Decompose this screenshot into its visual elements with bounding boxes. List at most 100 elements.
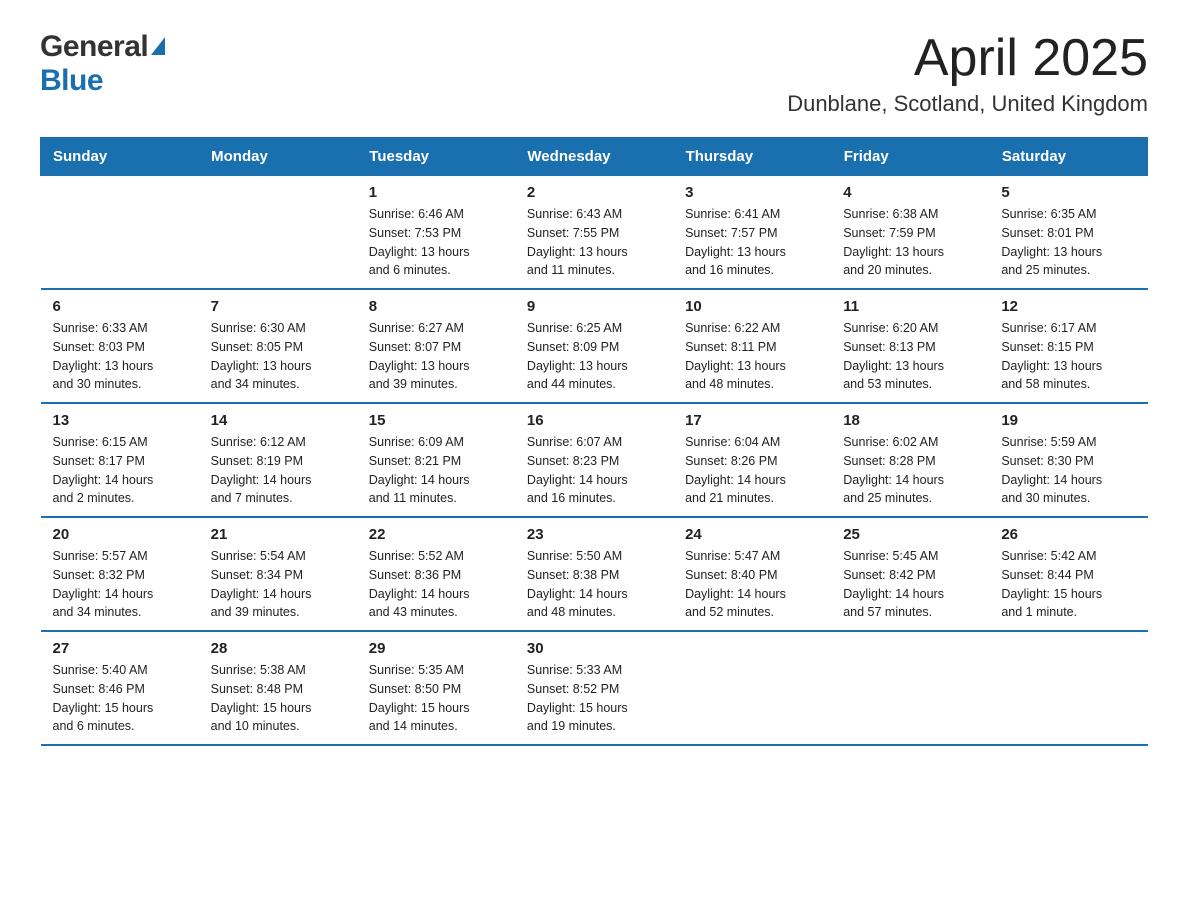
day-info: Sunrise: 5:59 AM Sunset: 8:30 PM Dayligh… [1001, 433, 1135, 508]
day-number: 12 [1001, 298, 1135, 315]
calendar-cell: 7Sunrise: 6:30 AM Sunset: 8:05 PM Daylig… [199, 289, 357, 403]
day-number: 28 [211, 640, 345, 657]
day-number: 2 [527, 184, 661, 201]
day-info: Sunrise: 5:38 AM Sunset: 8:48 PM Dayligh… [211, 661, 345, 736]
day-header-monday: Monday [199, 138, 357, 176]
calendar-table: SundayMondayTuesdayWednesdayThursdayFrid… [40, 137, 1148, 746]
day-info: Sunrise: 6:27 AM Sunset: 8:07 PM Dayligh… [369, 319, 503, 394]
calendar-cell: 9 Sunrise: 6:25 AM Sunset: 8:09 PM Daylig… [515, 289, 673, 403]
day-info: Sunrise: 6:25 AM Sunset: 8:09 PM Dayligh… [527, 319, 661, 394]
day-number: 29 [369, 640, 503, 657]
day-number: 11 [843, 298, 977, 315]
day-number: 19 [1001, 412, 1135, 429]
day-info: Sunrise: 6:46 AM Sunset: 7:53 PM Dayligh… [369, 205, 503, 280]
day-info: Sunrise: 5:42 AM Sunset: 8:44 PM Dayligh… [1001, 547, 1135, 622]
calendar-week-row: 1 Sunrise: 6:46 AM Sunset: 7:53 PM Daylig… [41, 176, 1148, 290]
day-number: 13 [53, 412, 187, 429]
day-number: 5 [1001, 184, 1135, 201]
calendar-cell: 21 Sunrise: 5:54 AM Sunset: 8:34 PM Dayli… [199, 517, 357, 631]
day-info: Sunrise: 6:09 AM Sunset: 8:21 PM Dayligh… [369, 433, 503, 508]
day-info: Sunrise: 6:17 AM Sunset: 8:15 PM Dayligh… [1001, 319, 1135, 394]
calendar-cell: 26 Sunrise: 5:42 AM Sunset: 8:44 PM Dayli… [989, 517, 1147, 631]
day-info: Sunrise: 6:07 AM Sunset: 8:23 PM Dayligh… [527, 433, 661, 508]
calendar-cell: 24 Sunrise: 5:47 AM Sunset: 8:40 PM Dayli… [673, 517, 831, 631]
calendar-title: April 2025 [787, 30, 1148, 87]
calendar-cell: 23Sunrise: 5:50 AM Sunset: 8:38 PM Dayli… [515, 517, 673, 631]
day-header-tuesday: Tuesday [357, 138, 515, 176]
day-info: Sunrise: 5:40 AM Sunset: 8:46 PM Dayligh… [53, 661, 187, 736]
logo: General Blue [40, 30, 165, 98]
calendar-cell: 16 Sunrise: 6:07 AM Sunset: 8:23 PM Dayli… [515, 403, 673, 517]
calendar-cell: 10Sunrise: 6:22 AM Sunset: 8:11 PM Dayli… [673, 289, 831, 403]
calendar-cell: 15Sunrise: 6:09 AM Sunset: 8:21 PM Dayli… [357, 403, 515, 517]
day-number: 26 [1001, 526, 1135, 543]
day-number: 18 [843, 412, 977, 429]
logo-arrow-icon [151, 37, 165, 55]
day-number: 24 [685, 526, 819, 543]
day-number: 25 [843, 526, 977, 543]
calendar-cell: 29 Sunrise: 5:35 AM Sunset: 8:50 PM Dayli… [357, 631, 515, 745]
day-number: 1 [369, 184, 503, 201]
day-header-wednesday: Wednesday [515, 138, 673, 176]
day-info: Sunrise: 6:15 AM Sunset: 8:17 PM Dayligh… [53, 433, 187, 508]
calendar-week-row: 20 Sunrise: 5:57 AM Sunset: 8:32 PM Dayli… [41, 517, 1148, 631]
day-info: Sunrise: 6:02 AM Sunset: 8:28 PM Dayligh… [843, 433, 977, 508]
day-info: Sunrise: 6:04 AM Sunset: 8:26 PM Dayligh… [685, 433, 819, 508]
calendar-cell: 6 Sunrise: 6:33 AM Sunset: 8:03 PM Daylig… [41, 289, 199, 403]
calendar-cell: 17 Sunrise: 6:04 AM Sunset: 8:26 PM Dayli… [673, 403, 831, 517]
calendar-cell: 3Sunrise: 6:41 AM Sunset: 7:57 PM Daylig… [673, 176, 831, 290]
calendar-cell: 30Sunrise: 5:33 AM Sunset: 8:52 PM Dayli… [515, 631, 673, 745]
day-number: 3 [685, 184, 819, 201]
calendar-title-block: April 2025 Dunblane, Scotland, United Ki… [787, 30, 1148, 117]
day-info: Sunrise: 5:54 AM Sunset: 8:34 PM Dayligh… [211, 547, 345, 622]
calendar-cell: 28 Sunrise: 5:38 AM Sunset: 8:48 PM Dayli… [199, 631, 357, 745]
calendar-week-row: 13 Sunrise: 6:15 AM Sunset: 8:17 PM Dayli… [41, 403, 1148, 517]
calendar-cell [199, 176, 357, 290]
day-number: 20 [53, 526, 187, 543]
days-of-week-row: SundayMondayTuesdayWednesdayThursdayFrid… [41, 138, 1148, 176]
day-info: Sunrise: 6:33 AM Sunset: 8:03 PM Dayligh… [53, 319, 187, 394]
calendar-cell: 5 Sunrise: 6:35 AM Sunset: 8:01 PM Daylig… [989, 176, 1147, 290]
calendar-cell: 27Sunrise: 5:40 AM Sunset: 8:46 PM Dayli… [41, 631, 199, 745]
calendar-cell [989, 631, 1147, 745]
day-number: 6 [53, 298, 187, 315]
day-number: 16 [527, 412, 661, 429]
calendar-subtitle: Dunblane, Scotland, United Kingdom [787, 91, 1148, 117]
day-number: 22 [369, 526, 503, 543]
day-number: 21 [211, 526, 345, 543]
day-number: 9 [527, 298, 661, 315]
day-number: 8 [369, 298, 503, 315]
page-header: General Blue April 2025 Dunblane, Scotla… [40, 30, 1148, 117]
calendar-header: SundayMondayTuesdayWednesdayThursdayFrid… [41, 138, 1148, 176]
calendar-week-row: 27Sunrise: 5:40 AM Sunset: 8:46 PM Dayli… [41, 631, 1148, 745]
calendar-cell: 25Sunrise: 5:45 AM Sunset: 8:42 PM Dayli… [831, 517, 989, 631]
day-info: Sunrise: 5:35 AM Sunset: 8:50 PM Dayligh… [369, 661, 503, 736]
day-info: Sunrise: 6:43 AM Sunset: 7:55 PM Dayligh… [527, 205, 661, 280]
day-number: 4 [843, 184, 977, 201]
calendar-cell: 1 Sunrise: 6:46 AM Sunset: 7:53 PM Daylig… [357, 176, 515, 290]
calendar-cell: 20 Sunrise: 5:57 AM Sunset: 8:32 PM Dayli… [41, 517, 199, 631]
calendar-cell [831, 631, 989, 745]
day-info: Sunrise: 5:33 AM Sunset: 8:52 PM Dayligh… [527, 661, 661, 736]
calendar-cell: 4Sunrise: 6:38 AM Sunset: 7:59 PM Daylig… [831, 176, 989, 290]
day-info: Sunrise: 6:35 AM Sunset: 8:01 PM Dayligh… [1001, 205, 1135, 280]
calendar-body: 1 Sunrise: 6:46 AM Sunset: 7:53 PM Daylig… [41, 176, 1148, 746]
day-header-friday: Friday [831, 138, 989, 176]
day-number: 17 [685, 412, 819, 429]
calendar-cell: 14Sunrise: 6:12 AM Sunset: 8:19 PM Dayli… [199, 403, 357, 517]
calendar-cell: 22 Sunrise: 5:52 AM Sunset: 8:36 PM Dayli… [357, 517, 515, 631]
calendar-week-row: 6 Sunrise: 6:33 AM Sunset: 8:03 PM Daylig… [41, 289, 1148, 403]
day-info: Sunrise: 5:57 AM Sunset: 8:32 PM Dayligh… [53, 547, 187, 622]
day-info: Sunrise: 6:30 AM Sunset: 8:05 PM Dayligh… [211, 319, 345, 394]
logo-general-text: General [40, 30, 148, 64]
logo-blue-text: Blue [40, 64, 103, 97]
day-number: 14 [211, 412, 345, 429]
calendar-cell [41, 176, 199, 290]
day-info: Sunrise: 5:47 AM Sunset: 8:40 PM Dayligh… [685, 547, 819, 622]
calendar-cell: 8 Sunrise: 6:27 AM Sunset: 8:07 PM Daylig… [357, 289, 515, 403]
calendar-cell [673, 631, 831, 745]
day-number: 23 [527, 526, 661, 543]
day-info: Sunrise: 6:22 AM Sunset: 8:11 PM Dayligh… [685, 319, 819, 394]
day-info: Sunrise: 5:52 AM Sunset: 8:36 PM Dayligh… [369, 547, 503, 622]
day-header-thursday: Thursday [673, 138, 831, 176]
